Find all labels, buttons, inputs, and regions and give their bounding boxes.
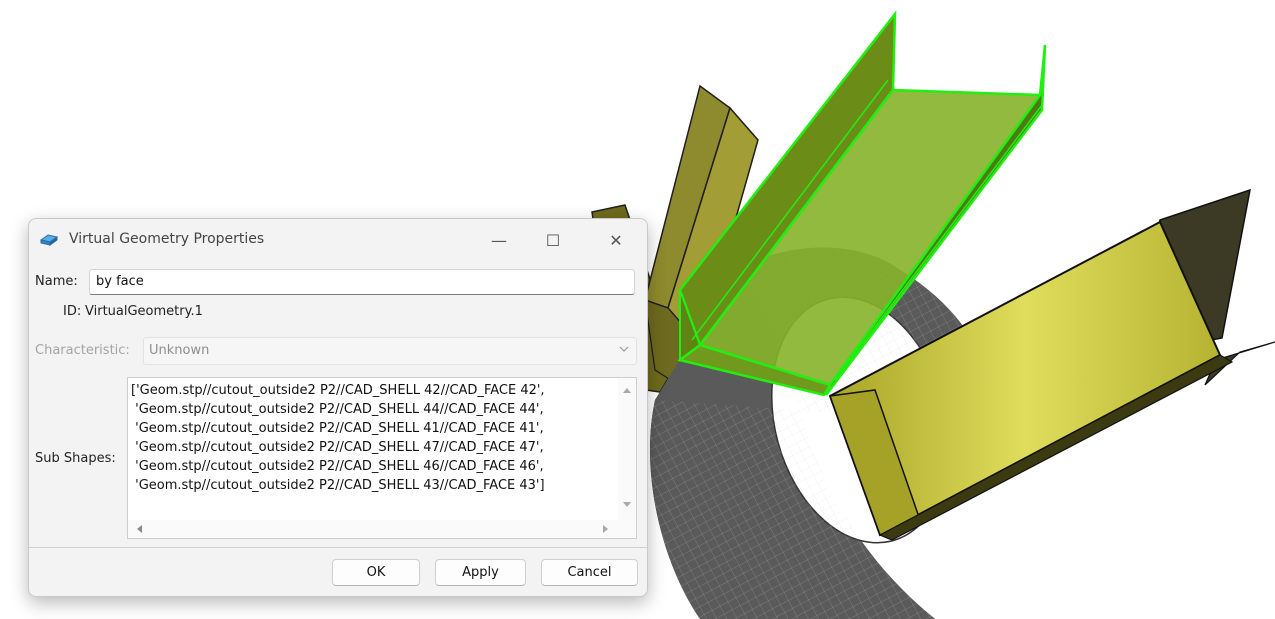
name-input[interactable]: by face (89, 269, 635, 295)
characteristic-label: Characteristic: (35, 343, 130, 358)
horizontal-scrollbar[interactable] (128, 520, 618, 538)
apply-button[interactable]: Apply (435, 559, 526, 586)
sub-shapes-list[interactable]: ['Geom.stp//cutout_outside2 P2//CAD_SHEL… (127, 377, 637, 539)
characteristic-value: Unknown (149, 343, 210, 358)
cancel-button[interactable]: Cancel (541, 559, 638, 586)
close-icon: ✕ (609, 230, 623, 250)
scroll-left-arrow-icon[interactable] (137, 525, 142, 533)
sub-shape-line: 'Geom.stp//cutout_outside2 P2//CAD_SHELL… (131, 478, 545, 493)
sub-shape-line: 'Geom.stp//cutout_outside2 P2//CAD_SHELL… (131, 440, 544, 455)
maximize-icon: ☐ (545, 230, 561, 250)
scroll-down-arrow-icon[interactable] (623, 502, 631, 507)
scroll-right-arrow-icon[interactable] (603, 525, 608, 533)
sub-shapes-label: Sub Shapes: (35, 451, 116, 466)
scrollbar-corner (618, 520, 636, 538)
dialog-titlebar[interactable]: Virtual Geometry Properties — ☐ ✕ (29, 219, 647, 261)
minimize-button[interactable]: — (477, 223, 521, 257)
scroll-up-arrow-icon[interactable] (623, 388, 631, 393)
sub-shape-line: ['Geom.stp//cutout_outside2 P2//CAD_SHEL… (131, 383, 545, 398)
name-label: Name: (35, 274, 78, 289)
sub-shape-line: 'Geom.stp//cutout_outside2 P2//CAD_SHELL… (131, 402, 544, 417)
characteristic-select: Unknown (143, 337, 637, 365)
ok-button[interactable]: OK (332, 559, 420, 586)
minimize-icon: — (491, 230, 507, 250)
virtual-geometry-icon (40, 234, 58, 246)
virtual-geometry-properties-dialog: Virtual Geometry Properties — ☐ ✕ Name: … (28, 218, 648, 597)
maximize-button[interactable]: ☐ (531, 223, 575, 257)
dialog-title: Virtual Geometry Properties (69, 231, 265, 247)
vertical-scrollbar[interactable] (618, 378, 636, 520)
sub-shape-line: 'Geom.stp//cutout_outside2 P2//CAD_SHELL… (131, 421, 544, 436)
id-value: VirtualGeometry.1 (85, 304, 203, 319)
sub-shape-line: 'Geom.stp//cutout_outside2 P2//CAD_SHELL… (131, 459, 544, 474)
button-separator (29, 547, 647, 548)
id-label: ID: (63, 304, 82, 319)
close-button[interactable]: ✕ (594, 223, 638, 257)
chevron-down-icon (619, 346, 629, 352)
